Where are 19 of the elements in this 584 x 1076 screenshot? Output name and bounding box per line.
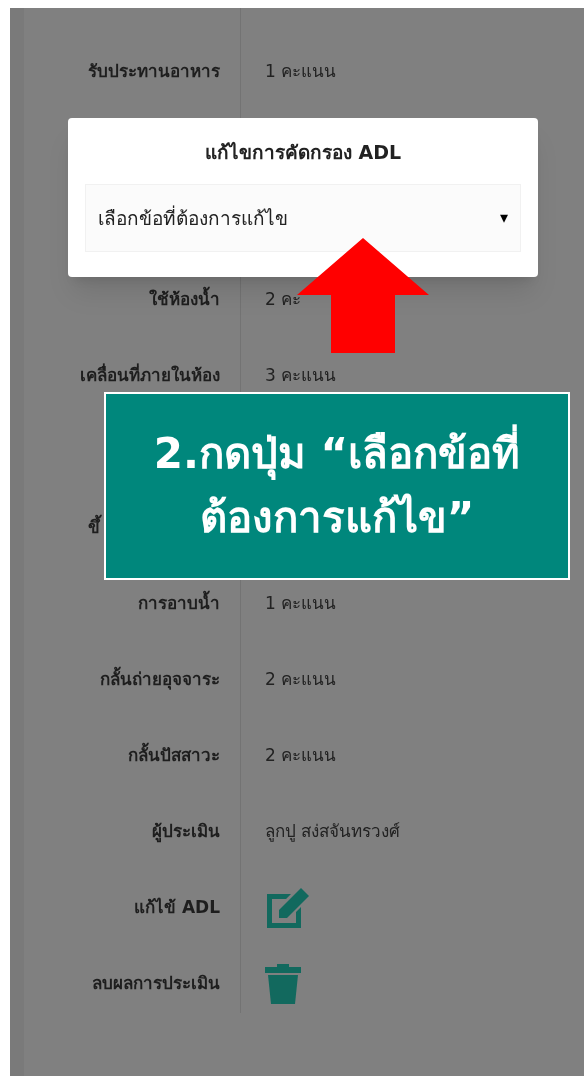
callout-text: ต้องการแก้ไข”: [199, 492, 475, 544]
field-value: 1 คะแนน: [265, 593, 337, 614]
field-value: 2 คะแนน: [265, 745, 337, 766]
caret-icon: ▾: [499, 206, 508, 230]
field-value: 1 คะแนน: [265, 61, 337, 82]
select-field[interactable]: เลือกข้อที่ต้องการแก้ไข ▾: [85, 184, 521, 252]
field-value: 3 คะแนน: [265, 365, 337, 386]
field-label: รับประทานอาหาร: [88, 61, 220, 82]
trash-icon[interactable]: [265, 964, 301, 1004]
field-label: แก้ไข้ ADL: [133, 897, 220, 918]
field-label: ขึ้: [88, 515, 100, 541]
field-value: 2 คะ: [265, 289, 302, 310]
edit-icon[interactable]: [265, 888, 311, 928]
field-label: เคลื่อนที่ภายในห้อง: [80, 365, 220, 386]
field-label: ลบผลการประเมิน: [92, 973, 220, 994]
field-value: 2 คะแนน: [265, 669, 337, 690]
callout-text: 2.กดปุ่ม “เลือกข้อที่: [153, 424, 521, 484]
dialog-title: แก้ไขการคัดกรอง ADL: [203, 140, 403, 165]
field-label: ผู้ประเมิน: [152, 821, 220, 842]
